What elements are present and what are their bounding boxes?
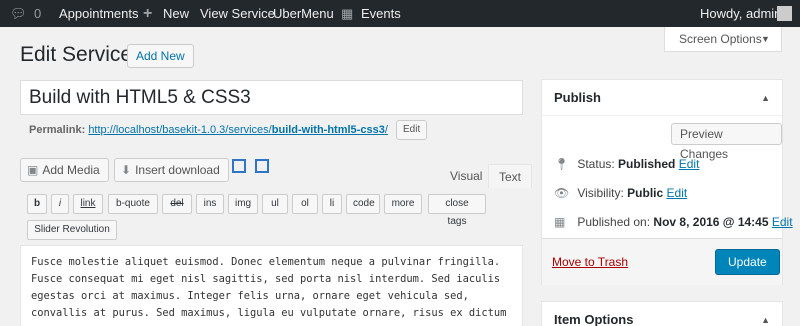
- qt-li-button[interactable]: li: [322, 194, 342, 214]
- view-service-link[interactable]: View Service: [200, 0, 275, 27]
- qt-close-tags-button[interactable]: close tags: [428, 194, 486, 227]
- qt-del-button[interactable]: del: [162, 194, 192, 214]
- permalink-end: /: [384, 124, 388, 136]
- shortcode-icon[interactable]: [255, 159, 269, 173]
- add-media-label: Add Media: [42, 163, 100, 177]
- move-to-trash-link[interactable]: Move to Trash: [552, 255, 628, 269]
- visibility-row: 👁︎ Visibility: Public Edit: [554, 186, 687, 200]
- status-value: Published: [618, 157, 676, 171]
- visibility-label: Visibility:: [577, 186, 624, 200]
- qt-ul-button[interactable]: ul: [262, 194, 288, 214]
- visibility-value: Public: [627, 186, 664, 200]
- slider-revolution-button[interactable]: Slider Revolution: [27, 220, 117, 240]
- publish-title: Publish: [554, 90, 601, 105]
- item-options-header[interactable]: Item Options ▲: [542, 302, 782, 326]
- qt-ins-button[interactable]: ins: [196, 194, 224, 214]
- preview-changes-button[interactable]: Preview Changes: [671, 123, 782, 161]
- post-title-input[interactable]: Build with HTML5 & CSS3: [20, 80, 523, 115]
- item-options-title: Item Options: [554, 312, 634, 326]
- avatar[interactable]: [777, 6, 792, 21]
- media-icon: ▣: [27, 163, 39, 177]
- comments-count[interactable]: 0: [34, 0, 41, 27]
- status-edit-link[interactable]: Edit: [679, 157, 700, 171]
- screen-options-button[interactable]: Screen Options ▼: [664, 27, 782, 52]
- permalink-edit-button[interactable]: Edit: [396, 120, 428, 140]
- content-line: Fusce consequat mi eget nisl sagittis, s…: [31, 273, 501, 285]
- visibility-edit-link[interactable]: Edit: [667, 186, 688, 200]
- qt-bold-button[interactable]: b: [27, 194, 47, 214]
- published-row: ▦ Published on: Nov 8, 2016 @ 14:45 Edit: [554, 215, 793, 229]
- permalink-link[interactable]: http://localhost/basekit-1.0.3/services/…: [88, 124, 388, 136]
- add-media-button[interactable]: ▣ Add Media: [20, 158, 109, 182]
- permalink-label: Permalink:: [29, 124, 86, 136]
- page-title: Edit Service: [20, 43, 133, 66]
- appointments-menu[interactable]: Appointments: [59, 0, 139, 27]
- new-menu[interactable]: New: [163, 0, 189, 27]
- published-value: Nov 8, 2016 @ 14:45: [653, 215, 769, 229]
- qt-link-button[interactable]: link: [73, 194, 103, 214]
- add-new-button[interactable]: Add New: [127, 44, 194, 68]
- published-label: Published on:: [577, 215, 651, 229]
- collapse-arrow-icon[interactable]: ▲: [761, 80, 770, 116]
- published-edit-link[interactable]: Edit: [772, 215, 793, 229]
- content-line: convallis at purus. Sed maximus, ligula …: [31, 307, 507, 319]
- plus-icon[interactable]: +: [143, 0, 152, 27]
- major-publishing-actions: Move to Trash Update: [542, 238, 782, 285]
- permalink-base: http://localhost/basekit-1.0.3/services/: [88, 124, 272, 136]
- screen-options-label: Screen Options: [679, 32, 762, 46]
- howdy-account[interactable]: Howdy, admin: [700, 0, 781, 27]
- status-row: 📍︎ Status: Published Edit: [554, 157, 699, 171]
- content-editor[interactable]: Fusce molestie aliquet euismod. Donec el…: [20, 245, 523, 326]
- pin-icon: 📍︎: [554, 157, 570, 171]
- table-icon[interactable]: [232, 159, 246, 173]
- tab-text[interactable]: Text: [488, 164, 533, 188]
- insert-download-label: Insert download: [135, 163, 220, 177]
- admin-bar: 💬︎ 0 Appointments + New View Service Ube…: [0, 0, 800, 27]
- item-options-box: Item Options ▲: [541, 301, 783, 326]
- events-menu[interactable]: Events: [361, 0, 401, 27]
- update-button[interactable]: Update: [715, 249, 780, 275]
- download-icon: ⬇: [121, 163, 132, 177]
- tab-visual[interactable]: Visual: [440, 164, 492, 188]
- publish-header[interactable]: Publish ▲: [542, 80, 782, 116]
- permalink-slug: build-with-html5-css3: [271, 124, 385, 136]
- eye-icon: 👁︎: [554, 186, 570, 200]
- qt-italic-button[interactable]: i: [51, 194, 69, 214]
- permalink-row: Permalink: http://localhost/basekit-1.0.…: [29, 123, 388, 137]
- ubermenu-menu[interactable]: UberMenu: [273, 0, 334, 27]
- qt-more-button[interactable]: more: [384, 194, 422, 214]
- qt-img-button[interactable]: img: [228, 194, 258, 214]
- insert-download-button[interactable]: ⬇ Insert download: [114, 158, 229, 182]
- qt-ol-button[interactable]: ol: [292, 194, 318, 214]
- qt-blockquote-button[interactable]: b-quote: [108, 194, 158, 214]
- calendar-icon[interactable]: ▦: [341, 0, 353, 27]
- content-line: egestas orci at maximus. Integer felis u…: [31, 290, 469, 302]
- status-label: Status:: [577, 157, 615, 171]
- content-line: Fusce molestie aliquet euismod. Donec el…: [31, 256, 501, 268]
- caret-down-icon: ▼: [761, 34, 770, 44]
- publish-box: Publish ▲ Preview Changes 📍︎ Status: Pub…: [541, 79, 793, 285]
- collapse-arrow-icon[interactable]: ▲: [761, 302, 770, 326]
- comments-icon[interactable]: 💬︎: [10, 0, 27, 27]
- calendar-icon: ▦: [554, 215, 566, 229]
- qt-code-button[interactable]: code: [346, 194, 380, 214]
